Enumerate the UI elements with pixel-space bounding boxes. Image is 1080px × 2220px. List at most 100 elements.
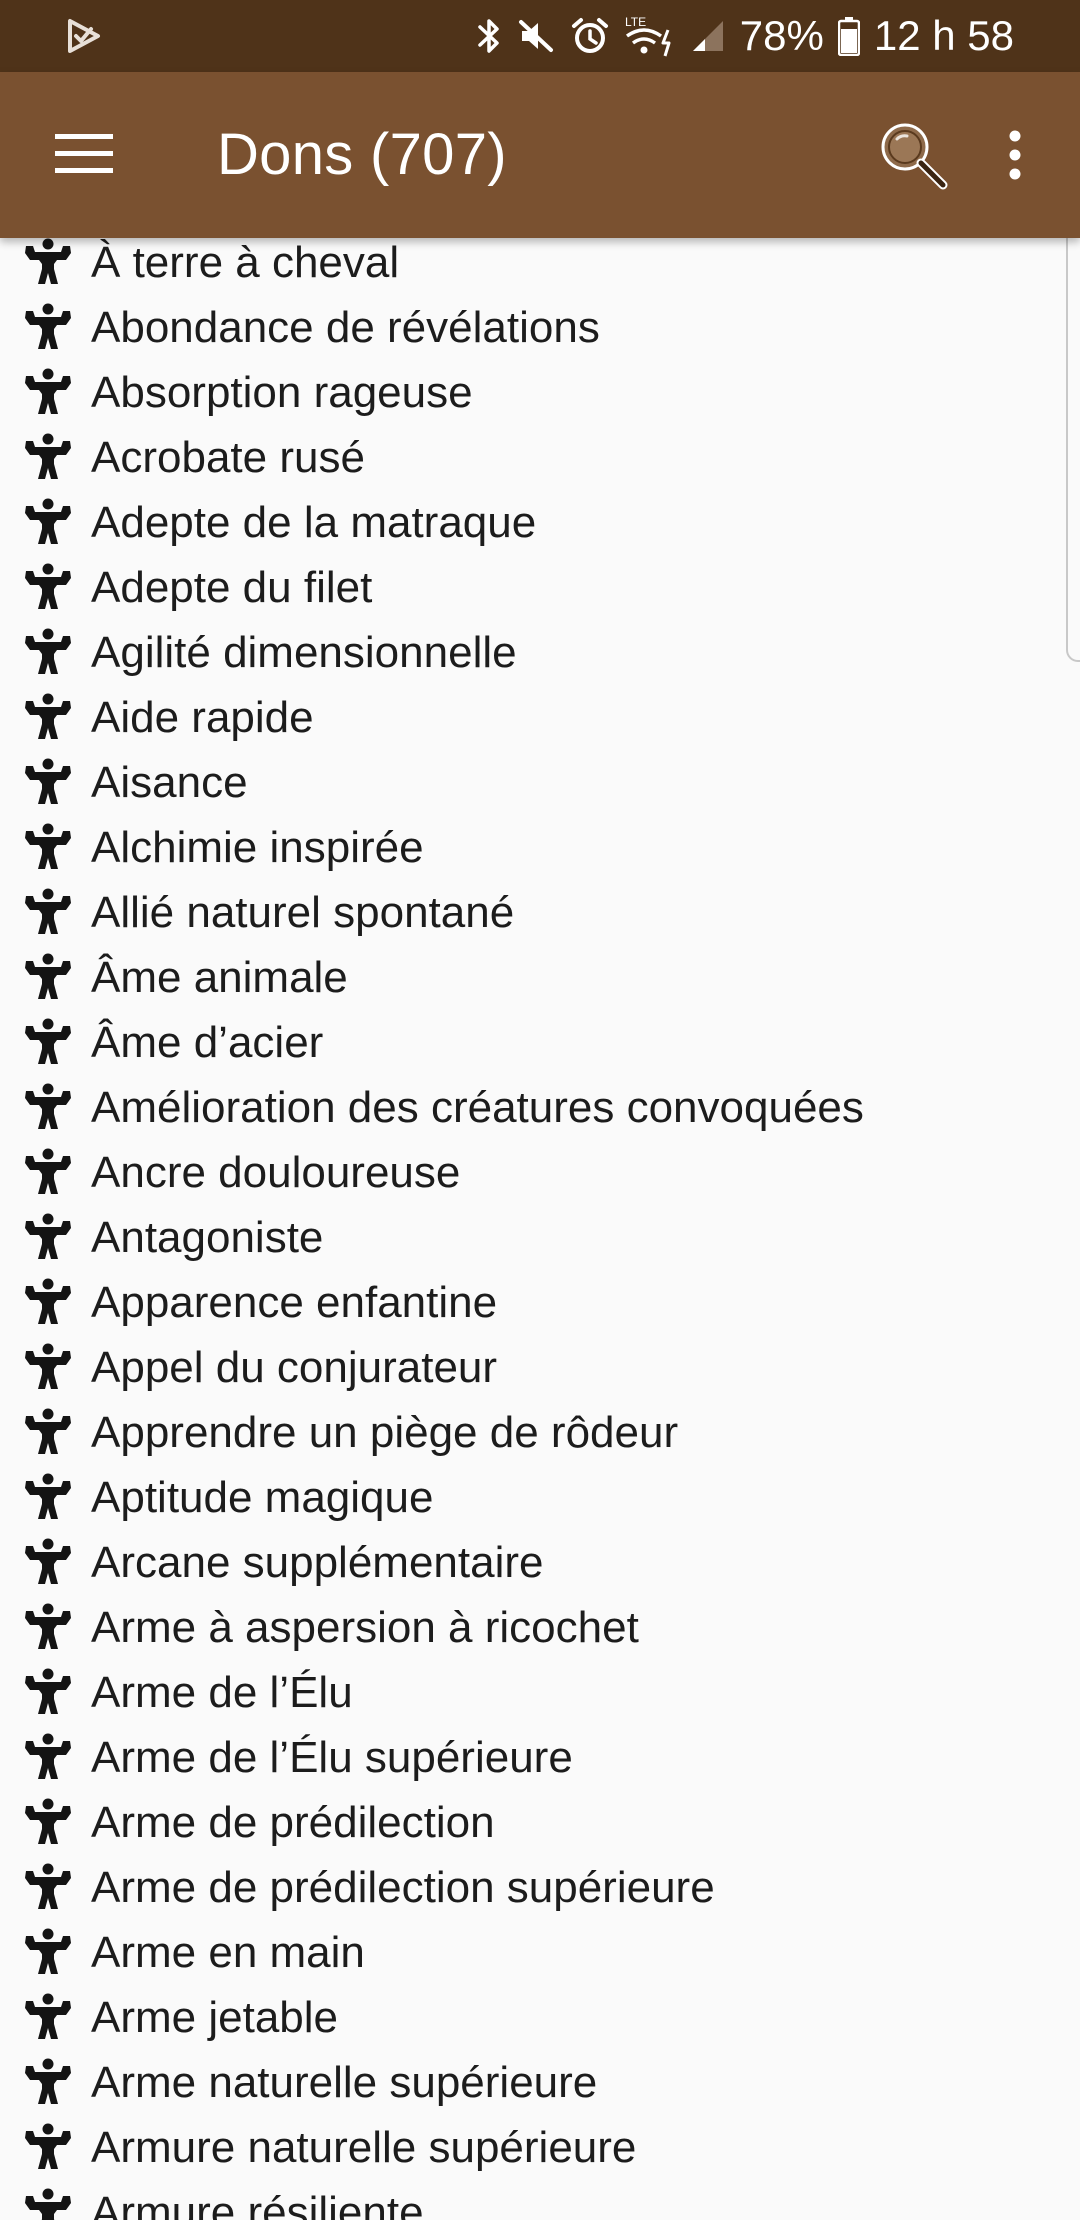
list-item-label: Agilité dimensionnelle <box>91 628 517 677</box>
list-item-label: Allié naturel spontané <box>91 888 515 937</box>
list-item[interactable]: Antagoniste <box>0 1205 1070 1270</box>
list-item-label: Adepte de la matraque <box>91 498 537 547</box>
wifi-lte-icon: LTE <box>624 14 676 58</box>
list-item-label: Arme de prédilection <box>91 1798 495 1847</box>
list-item-label: Aisance <box>91 758 248 807</box>
muscle-figure-icon <box>25 1863 71 1909</box>
list-item[interactable]: Ancre douloureuse <box>0 1140 1070 1205</box>
list-item-label: Âme animale <box>91 953 348 1002</box>
list-item-label: Arme de l’Élu <box>91 1668 353 1717</box>
list-item-label: Armure résiliente <box>91 2188 424 2220</box>
list-item[interactable]: Acrobate rusé <box>0 425 1070 490</box>
muscle-figure-icon <box>25 1928 71 1974</box>
muscle-figure-icon <box>25 823 71 869</box>
muscle-figure-icon <box>25 2188 71 2220</box>
list-item-label: Arme de prédilection supérieure <box>91 1863 715 1912</box>
list-item[interactable]: Âme d’acier <box>0 1010 1070 1075</box>
search-button[interactable] <box>866 108 960 202</box>
list-item[interactable]: À terre à cheval <box>0 238 1070 295</box>
battery-percent: 78% <box>739 12 824 59</box>
page-title: Dons (707) <box>217 122 507 187</box>
list-item[interactable]: Adepte de la matraque <box>0 490 1070 555</box>
muscle-figure-icon <box>25 693 71 739</box>
list-item[interactable]: Adepte du filet <box>0 555 1070 620</box>
list-item[interactable]: Âme animale <box>0 945 1070 1010</box>
list-item[interactable]: Armure résiliente <box>0 2180 1070 2220</box>
muscle-figure-icon <box>25 1668 71 1714</box>
list-item-label: Antagoniste <box>91 1213 324 1262</box>
list-item-label: Âme d’acier <box>91 1018 324 1067</box>
list-item-label: Alchimie inspirée <box>91 823 424 872</box>
fast-scroll-handle[interactable] <box>1066 214 1080 662</box>
list-item-label: À terre à cheval <box>91 238 400 287</box>
signal-icon <box>690 18 726 54</box>
list-item[interactable]: Arme jetable <box>0 1985 1070 2050</box>
mute-icon <box>516 16 556 56</box>
list-item[interactable]: Arme de prédilection <box>0 1790 1070 1855</box>
muscle-figure-icon <box>25 1343 71 1389</box>
list-item[interactable]: Alchimie inspirée <box>0 815 1070 880</box>
list-item[interactable]: Arme à aspersion à ricochet <box>0 1595 1070 1660</box>
network-label: LTE <box>625 15 646 29</box>
list-item[interactable]: Allié naturel spontané <box>0 880 1070 945</box>
muscle-figure-icon <box>25 1278 71 1324</box>
list-item[interactable]: Arcane supplémentaire <box>0 1530 1070 1595</box>
muscle-figure-icon <box>25 953 71 999</box>
muscle-figure-icon <box>25 1993 71 2039</box>
muscle-figure-icon <box>25 1408 71 1454</box>
status-icons: LTE 78% 12 h 58 <box>476 0 1014 72</box>
muscle-figure-icon <box>25 303 71 349</box>
list-item[interactable]: Arme de prédilection supérieure <box>0 1855 1070 1920</box>
list-item-label: Acrobate rusé <box>91 433 365 482</box>
list-item-label: Arme de l’Élu supérieure <box>91 1733 573 1782</box>
menu-button[interactable] <box>44 114 124 194</box>
list-item-label: Arme naturelle supérieure <box>91 2058 598 2107</box>
list-item[interactable]: Amélioration des créatures convoquées <box>0 1075 1070 1140</box>
bluetooth-icon <box>476 16 502 56</box>
list-item-label: Apprendre un piège de rôdeur <box>91 1408 679 1457</box>
list-item-label: Abondance de révélations <box>91 303 600 352</box>
muscle-figure-icon <box>25 1798 71 1844</box>
list-item-label: Aide rapide <box>91 693 314 742</box>
alarm-icon <box>570 16 610 56</box>
muscle-figure-icon <box>25 1538 71 1584</box>
clock: 12 h 58 <box>873 12 1014 59</box>
list-item[interactable]: Agilité dimensionnelle <box>0 620 1070 685</box>
search-icon <box>881 123 948 190</box>
list-item-label: Arme en main <box>91 1928 365 1977</box>
list-item-label: Appel du conjurateur <box>91 1343 498 1392</box>
list-item-label: Absorption rageuse <box>91 368 473 417</box>
list-item[interactable]: Armure naturelle supérieure <box>0 2115 1070 2180</box>
muscle-figure-icon <box>25 2058 71 2104</box>
list-item[interactable]: Apparence enfantine <box>0 1270 1070 1335</box>
list-item-label: Aptitude magique <box>91 1473 434 1522</box>
app-notification-icon <box>64 16 104 56</box>
list-item-label: Arcane supplémentaire <box>91 1538 544 1587</box>
muscle-figure-icon <box>25 1148 71 1194</box>
muscle-figure-icon <box>25 1733 71 1779</box>
muscle-figure-icon <box>25 368 71 414</box>
list-item[interactable]: Abondance de révélations <box>0 295 1070 360</box>
muscle-figure-icon <box>25 758 71 804</box>
list-item-label: Apparence enfantine <box>91 1278 498 1327</box>
muscle-figure-icon <box>25 888 71 934</box>
list-item[interactable]: Arme naturelle supérieure <box>0 2050 1070 2115</box>
list-item[interactable]: Aptitude magique <box>0 1465 1070 1530</box>
list-item[interactable]: Arme en main <box>0 1920 1070 1985</box>
list-item-label: Armure naturelle supérieure <box>91 2123 637 2172</box>
list-item[interactable]: Arme de l’Élu <box>0 1660 1070 1725</box>
overflow-menu-button[interactable] <box>980 112 1050 198</box>
list-item[interactable]: Absorption rageuse <box>0 360 1070 425</box>
list-item[interactable]: Arme de l’Élu supérieure <box>0 1725 1070 1790</box>
list-item-label: Arme à aspersion à ricochet <box>91 1603 639 1652</box>
list-item[interactable]: Aide rapide <box>0 685 1070 750</box>
battery-icon <box>837 16 860 56</box>
muscle-figure-icon <box>25 563 71 609</box>
list-item[interactable]: Aisance <box>0 750 1070 815</box>
muscle-figure-icon <box>25 628 71 674</box>
more-vert-icon <box>1009 130 1021 180</box>
list-item[interactable]: Apprendre un piège de rôdeur <box>0 1400 1070 1465</box>
hamburger-menu-icon <box>55 134 113 173</box>
list-item[interactable]: Appel du conjurateur <box>0 1335 1070 1400</box>
muscle-figure-icon <box>25 238 71 284</box>
